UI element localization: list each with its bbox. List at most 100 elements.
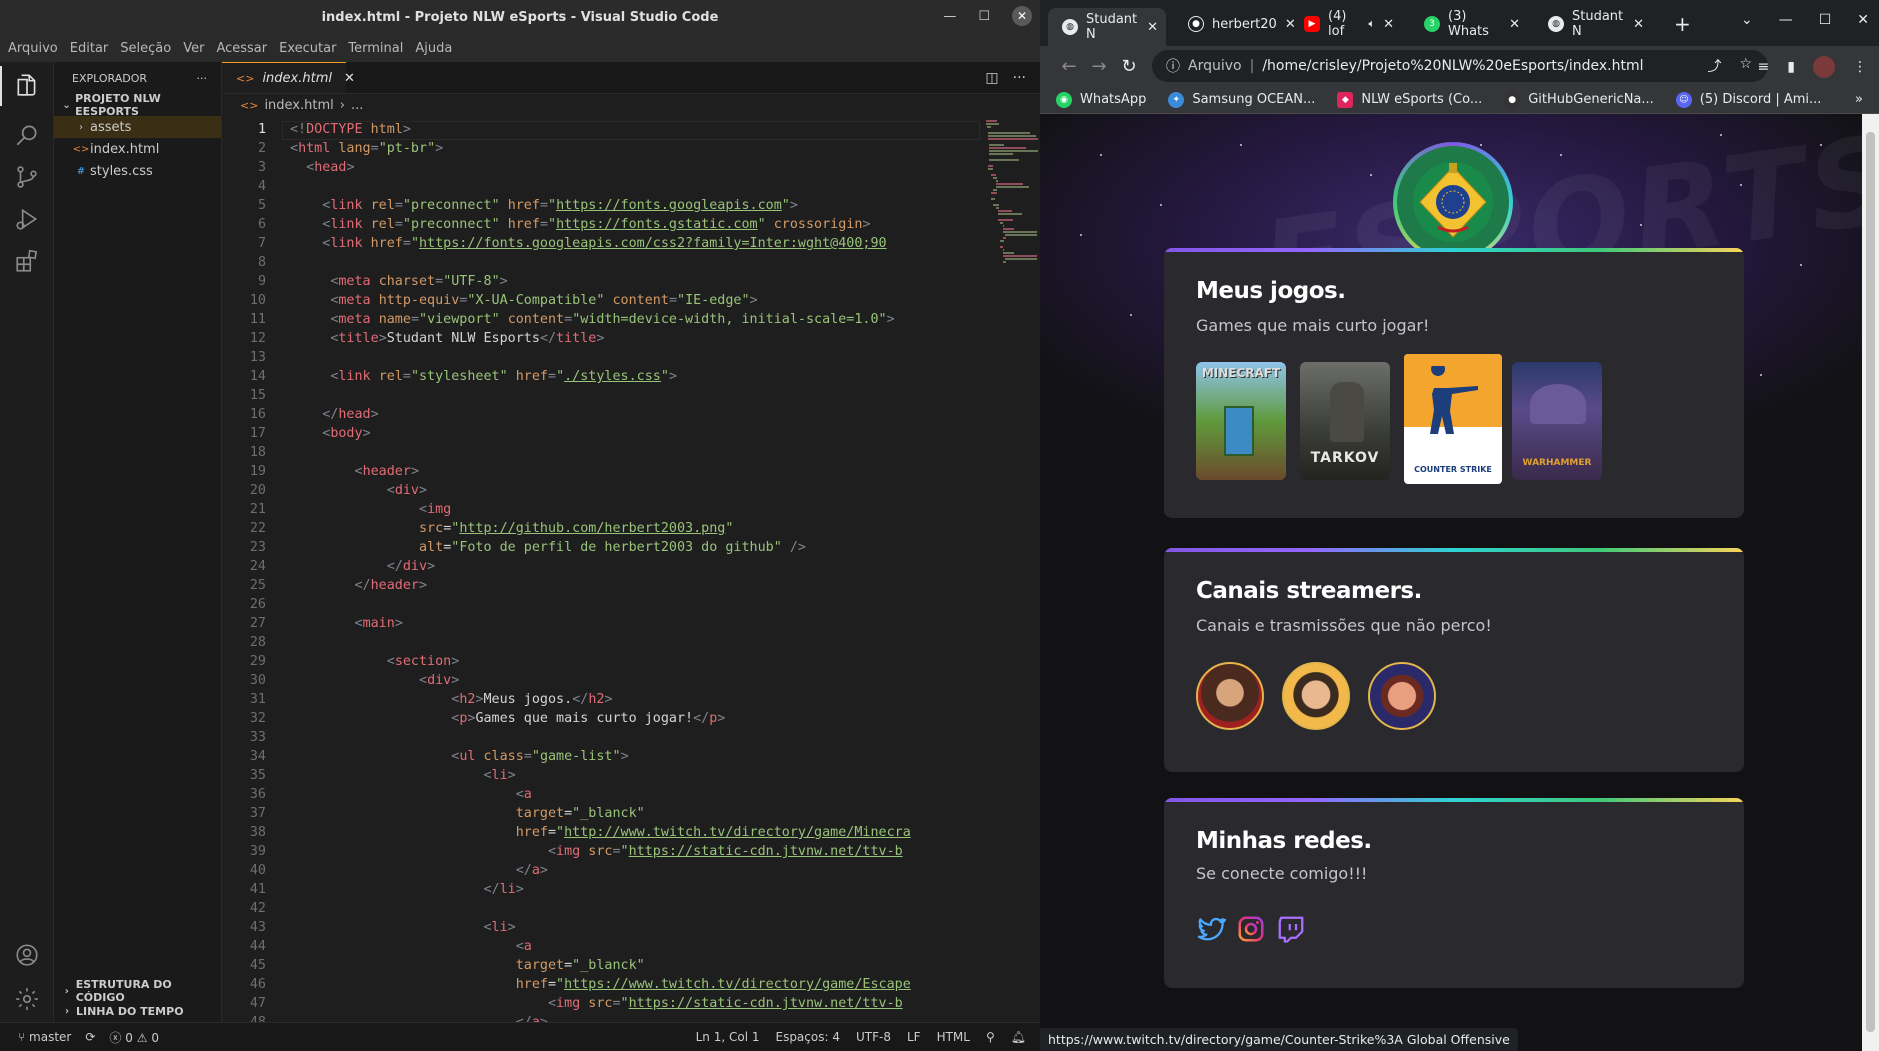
- code-line[interactable]: </header>: [290, 578, 428, 593]
- code-line[interactable]: target="_blanck": [290, 958, 645, 973]
- settings-gear-icon[interactable]: [14, 986, 40, 1012]
- bookmark-whatsapp[interactable]: ◉ WhatsApp: [1056, 91, 1146, 108]
- code-line[interactable]: alt="Foto de perfil de herbert2003 do gi…: [290, 540, 806, 555]
- code-line[interactable]: <html lang="pt-br">: [290, 141, 443, 156]
- address-bar[interactable]: ⓘ Arquivo | /home/crisley/Projeto%20NLW%…: [1152, 50, 1768, 82]
- game-counter-strike[interactable]: COUNTER STRIKE: [1404, 354, 1502, 484]
- code-line[interactable]: target="_blanck": [290, 806, 645, 821]
- branch-indicator[interactable]: ⑂ master: [18, 1030, 71, 1044]
- project-folder[interactable]: ⌄ PROJETO NLW EESPORTS: [54, 92, 221, 118]
- code-line[interactable]: <ul class="game-list">: [290, 749, 628, 764]
- breadcrumb-more[interactable]: ...: [351, 98, 363, 113]
- close-tab-icon[interactable]: ✕: [344, 71, 355, 86]
- more-actions-icon[interactable]: ···: [197, 72, 208, 85]
- indentation[interactable]: Espaços: 4: [775, 1030, 840, 1044]
- menu-ver[interactable]: Ver: [183, 41, 204, 56]
- browser-tab[interactable]: 3 (3) Whats ✕: [1410, 9, 1528, 39]
- search-icon[interactable]: [14, 122, 40, 148]
- page-scrollbar[interactable]: [1862, 114, 1879, 1051]
- code-line[interactable]: <link href="https://fonts.googleapis.com…: [290, 236, 886, 251]
- code-line[interactable]: <meta http-equiv="X-UA-Compatible" conte…: [290, 293, 757, 308]
- breadcrumb-file[interactable]: index.html: [264, 98, 333, 113]
- outline-section[interactable]: › ESTRUTURA DO CÓDIGO: [54, 978, 222, 1004]
- maximize-icon[interactable]: ☐: [1819, 12, 1832, 28]
- minimize-icon[interactable]: —: [943, 9, 956, 24]
- code-line[interactable]: href="https://www.twitch.tv/directory/ga…: [290, 977, 911, 992]
- bookmark-discord[interactable]: ☺ (5) Discord | Ami...: [1675, 91, 1821, 108]
- split-editor-icon[interactable]: ◫: [985, 70, 998, 86]
- problems-indicator[interactable]: ⓧ 0 ⚠ 0: [109, 1029, 159, 1046]
- timeline-section[interactable]: › LINHA DO TEMPO: [54, 1000, 222, 1022]
- account-icon[interactable]: [14, 942, 40, 968]
- code-line[interactable]: <img src="https://static-cdn.jtvnw.net/t…: [290, 844, 903, 859]
- more-actions-icon[interactable]: ···: [1013, 70, 1026, 86]
- menu-editar[interactable]: Editar: [70, 41, 109, 56]
- menu-selecao[interactable]: Seleção: [120, 41, 171, 56]
- close-tab-icon[interactable]: ✕: [1509, 17, 1528, 32]
- code-editor[interactable]: 1 <!DOCTYPE html> 2 <html lang="pt-br"> 3 <h…: [222, 116, 1040, 1022]
- maximize-icon[interactable]: ☐: [978, 9, 990, 24]
- audio-playing-icon[interactable]: 🔈︎: [1368, 17, 1375, 31]
- back-arrow-icon[interactable]: ←: [1054, 56, 1084, 77]
- code-line[interactable]: </li>: [290, 882, 523, 897]
- extensions-icon[interactable]: [14, 248, 40, 274]
- folder-assets[interactable]: › assets: [54, 116, 221, 138]
- browser-tab-active[interactable]: ◍ Studant N ✕: [1048, 8, 1166, 46]
- code-line[interactable]: <section>: [290, 654, 460, 669]
- code-line[interactable]: <a: [290, 787, 532, 802]
- code-line[interactable]: <div>: [290, 673, 459, 688]
- info-icon[interactable]: ⓘ: [1166, 56, 1180, 76]
- code-line[interactable]: <img src="https://static-cdn.jtvnw.net/t…: [290, 996, 903, 1011]
- menu-acessar[interactable]: Acessar: [216, 41, 267, 56]
- code-line[interactable]: <head>: [290, 160, 354, 175]
- reading-list-icon[interactable]: ≡: [1758, 59, 1770, 75]
- menu-terminal[interactable]: Terminal: [348, 41, 403, 56]
- run-debug-icon[interactable]: [14, 206, 40, 232]
- code-line[interactable]: <img: [290, 502, 451, 517]
- broadcast-icon[interactable]: ⚲: [986, 1030, 995, 1044]
- browser-tab[interactable]: ● herbert20 ✕: [1174, 10, 1296, 38]
- code-line[interactable]: <link rel="preconnect" href="https://fon…: [290, 217, 870, 232]
- twitch-icon[interactable]: [1276, 914, 1306, 944]
- tab-search-icon[interactable]: ⌄: [1741, 12, 1753, 28]
- streamer-avatar-3[interactable]: [1368, 662, 1436, 730]
- menu-arquivo[interactable]: Arquivo: [8, 41, 58, 56]
- streamer-avatar-2[interactable]: [1282, 662, 1350, 730]
- code-line[interactable]: <header>: [290, 464, 420, 479]
- file-styles-css[interactable]: # styles.css: [54, 160, 221, 182]
- bookmark-github[interactable]: ● GitHubGenericNa...: [1504, 91, 1654, 108]
- forward-arrow-icon[interactable]: →: [1084, 56, 1114, 77]
- file-index-html[interactable]: <> index.html: [54, 138, 221, 160]
- code-line[interactable]: </a>: [290, 863, 548, 878]
- bookmark-nlw-esports[interactable]: ◆ NLW eSports (Co...: [1337, 91, 1482, 108]
- bookmark-star-icon[interactable]: ☆: [1739, 56, 1752, 76]
- close-icon[interactable]: ✕: [1857, 12, 1869, 28]
- code-line[interactable]: <link rel="preconnect" href="https://fon…: [290, 198, 798, 213]
- code-line[interactable]: <li>: [290, 920, 515, 935]
- code-line[interactable]: <!DOCTYPE html>: [290, 122, 411, 137]
- code-line[interactable]: src="http://github.com/herbert2003.png": [290, 521, 733, 536]
- code-line[interactable]: <title>Studant NLW Esports</title>: [290, 331, 604, 346]
- browser-tab[interactable]: ◍ Studant N ✕: [1534, 9, 1652, 39]
- tab-index-html[interactable]: <> index.html ✕: [222, 62, 355, 93]
- encoding[interactable]: UTF-8: [856, 1030, 891, 1044]
- minimize-icon[interactable]: —: [1779, 12, 1793, 28]
- menu-ajuda[interactable]: Ajuda: [415, 41, 452, 56]
- twitter-icon[interactable]: [1196, 914, 1226, 944]
- notifications-bell-icon[interactable]: 🔔︎: [1011, 1030, 1026, 1044]
- code-line[interactable]: </a>: [290, 1015, 548, 1022]
- code-line[interactable]: <h2>Meus jogos.</h2>: [290, 692, 612, 707]
- side-panel-icon[interactable]: ▮: [1787, 59, 1795, 75]
- minimap[interactable]: [982, 116, 1040, 1022]
- end-of-line[interactable]: LF: [907, 1030, 921, 1044]
- share-icon[interactable]: ⤴: [1707, 56, 1721, 76]
- code-line[interactable]: <div>: [290, 483, 427, 498]
- new-tab-button[interactable]: +: [1660, 10, 1691, 38]
- reload-icon[interactable]: ↻: [1114, 56, 1144, 77]
- game-minecraft[interactable]: MINECRAFT: [1196, 362, 1286, 480]
- code-line[interactable]: <link rel="stylesheet" href="./styles.cs…: [290, 369, 677, 384]
- code-line[interactable]: <p>Games que mais curto jogar!</p>: [290, 711, 725, 726]
- code-line[interactable]: <body>: [290, 426, 370, 441]
- code-line[interactable]: <main>: [290, 616, 403, 631]
- close-icon[interactable]: ✕: [1012, 6, 1032, 26]
